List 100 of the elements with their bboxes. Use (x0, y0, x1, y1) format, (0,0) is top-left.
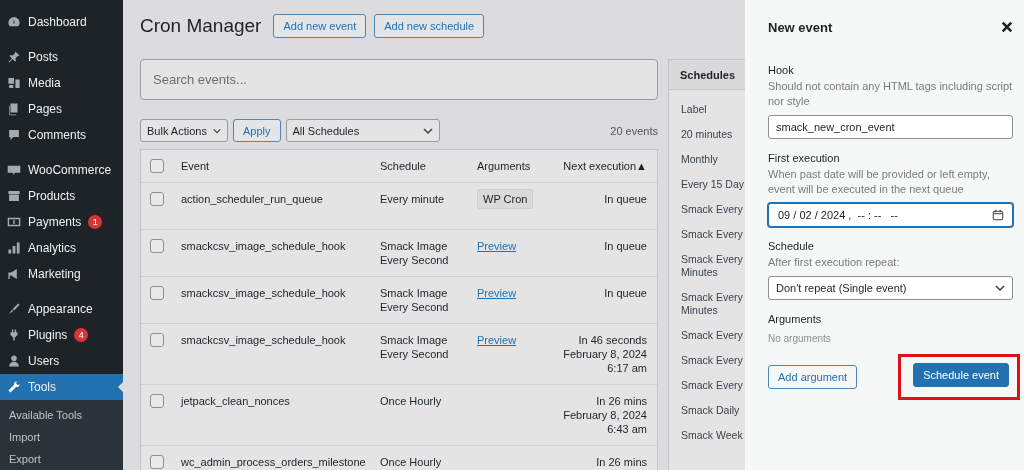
schedule-name: Smack Image Every Second (380, 333, 450, 362)
column-header[interactable]: Next execution▲ (563, 159, 647, 173)
apply-button[interactable]: Apply (233, 119, 281, 142)
preview-link[interactable]: Preview (477, 334, 517, 346)
event-name: smackcsv_image_schedule_hook (181, 239, 347, 254)
submenu-item[interactable]: Available Tools (0, 404, 123, 426)
count-badge: 4 (74, 328, 89, 342)
schedule-filter-select[interactable]: All Schedules (285, 119, 440, 142)
schedule-select[interactable]: Don't repeat (Single event) (768, 276, 1013, 300)
count-badge: 1 (88, 215, 103, 229)
menu-item[interactable]: Payments 1 (0, 209, 123, 235)
chevron-icon (995, 285, 1005, 291)
schedule-label: Smack Every (681, 203, 744, 216)
event-name: smackcsv_image_schedule_hook (181, 286, 347, 301)
schedule-label: 20 minutes (681, 128, 734, 141)
menu-item[interactable]: Posts (0, 44, 123, 70)
archive-icon (7, 189, 21, 203)
paintbrush-icon (7, 302, 21, 316)
schedule-name: Smack Image Every Second (380, 239, 450, 267)
menu-item[interactable]: Comments (0, 122, 123, 148)
field-label: Schedule (768, 240, 815, 252)
hook-input[interactable]: smack_new_cron_event (768, 115, 1013, 139)
menu-item[interactable]: Dashboard (0, 9, 123, 35)
close-icon[interactable] (1001, 21, 1013, 33)
menu-item[interactable]: Users (0, 348, 123, 374)
menu-item[interactable]: Marketing (0, 261, 123, 287)
add-button[interactable]: Add new event (273, 14, 367, 38)
menu-item[interactable]: Analytics (0, 235, 123, 261)
argument-tag: WP Cron (477, 189, 534, 209)
preview-link[interactable]: Preview (477, 240, 517, 252)
select-all-checkbox[interactable] (150, 159, 164, 173)
bar-chart-icon (7, 241, 21, 255)
field-label: Arguments (768, 313, 823, 325)
submenu-item[interactable]: Export (0, 448, 123, 470)
schedule-label: Smack Every Minutes (681, 291, 744, 317)
schedule-name: Every minute (380, 192, 446, 207)
row-checkbox[interactable] (150, 455, 164, 469)
panel-title: New event (768, 19, 833, 35)
date-time-input[interactable]: 09 / 02 / 2024 , -- : -- -- (768, 203, 1013, 227)
next-execution-text: In queue (604, 286, 647, 300)
menu-item[interactable]: Pages (0, 96, 123, 122)
next-execution-text: In queue (604, 192, 647, 206)
field-label: Hook (768, 64, 795, 76)
row-checkbox[interactable] (150, 239, 164, 253)
schedule-name: Once Hourly (380, 455, 443, 470)
user-icon (7, 354, 21, 368)
next-execution-text: In 46 seconds (578, 333, 647, 347)
gauge-icon (7, 15, 21, 29)
schedule-event-button[interactable]: Schedule event (913, 363, 1009, 387)
bulk-actions-select[interactable]: Bulk Actions (140, 119, 228, 142)
schedule-label: Every 15 Day (681, 178, 746, 191)
row-checkbox[interactable] (150, 394, 164, 408)
menu-item[interactable]: Tools (0, 374, 123, 400)
event-name: action_scheduler_run_queue (181, 192, 324, 207)
help-text: After first execution repeat: (768, 255, 901, 270)
row-checkbox[interactable] (150, 333, 164, 347)
row-checkbox[interactable] (150, 286, 164, 300)
help-text: Should not contain any HTML tags including script nor style (768, 79, 1013, 109)
event-count: 20 events (610, 124, 658, 137)
add-button[interactable]: Add new schedule (374, 14, 485, 38)
column-header[interactable]: Arguments (477, 159, 537, 173)
pushpin-icon (7, 50, 21, 64)
media-icon (7, 76, 21, 90)
schedule-label: Smack Every (681, 329, 744, 342)
page-title: Cron Manager (140, 15, 262, 37)
schedule-label: Monthly (681, 153, 719, 166)
field-label: First execution (768, 152, 841, 164)
help-text: When past date will be provided or left empty, event will be executed in the next queue (768, 167, 991, 197)
menu-item[interactable]: Appearance (0, 296, 123, 322)
event-name: jetpack_clean_nonces (181, 394, 291, 409)
menu-item[interactable]: Products (0, 183, 123, 209)
column-header: Label (681, 103, 708, 116)
column-header[interactable]: Event (181, 159, 380, 173)
schedule-label: Smack Week (681, 429, 744, 442)
event-name: smackcsv_image_schedule_hook (181, 333, 347, 348)
search-field[interactable]: Search events... (140, 59, 658, 100)
next-execution-text: In queue (604, 239, 647, 253)
row-checkbox[interactable] (150, 192, 164, 206)
schedule-label: Smack Daily (681, 404, 741, 417)
schedule-label: Smack Every (681, 354, 744, 367)
menu-item[interactable]: WooCommerce (0, 157, 123, 183)
preview-link[interactable]: Preview (477, 287, 517, 299)
menu-item[interactable]: Media (0, 70, 123, 96)
event-name: wc_admin_process_orders_milestone (181, 455, 367, 470)
next-execution-text: 6:43 am (607, 422, 647, 436)
add-argument-button[interactable]: Add argument (768, 365, 858, 389)
panel-title: Schedules (680, 68, 736, 81)
schedule-label: Smack Every Minutes (681, 253, 744, 279)
next-execution-text: February 8, 2024 (563, 347, 647, 361)
submenu-item[interactable]: Import (0, 426, 123, 448)
chevron-icon (212, 127, 221, 134)
menu-item[interactable]: Plugins 4 (0, 322, 123, 348)
chevron-icon (422, 127, 433, 134)
wrench-icon (7, 380, 21, 394)
empty-text: No arguments (768, 333, 832, 344)
next-execution-text: February 8, 2024 (563, 408, 647, 422)
column-header[interactable]: Schedule (380, 159, 477, 173)
next-execution-text: In 26 mins (596, 455, 647, 469)
schedule-label: Smack Every (681, 228, 744, 241)
schedule-name: Smack Image Every Second (380, 286, 450, 314)
